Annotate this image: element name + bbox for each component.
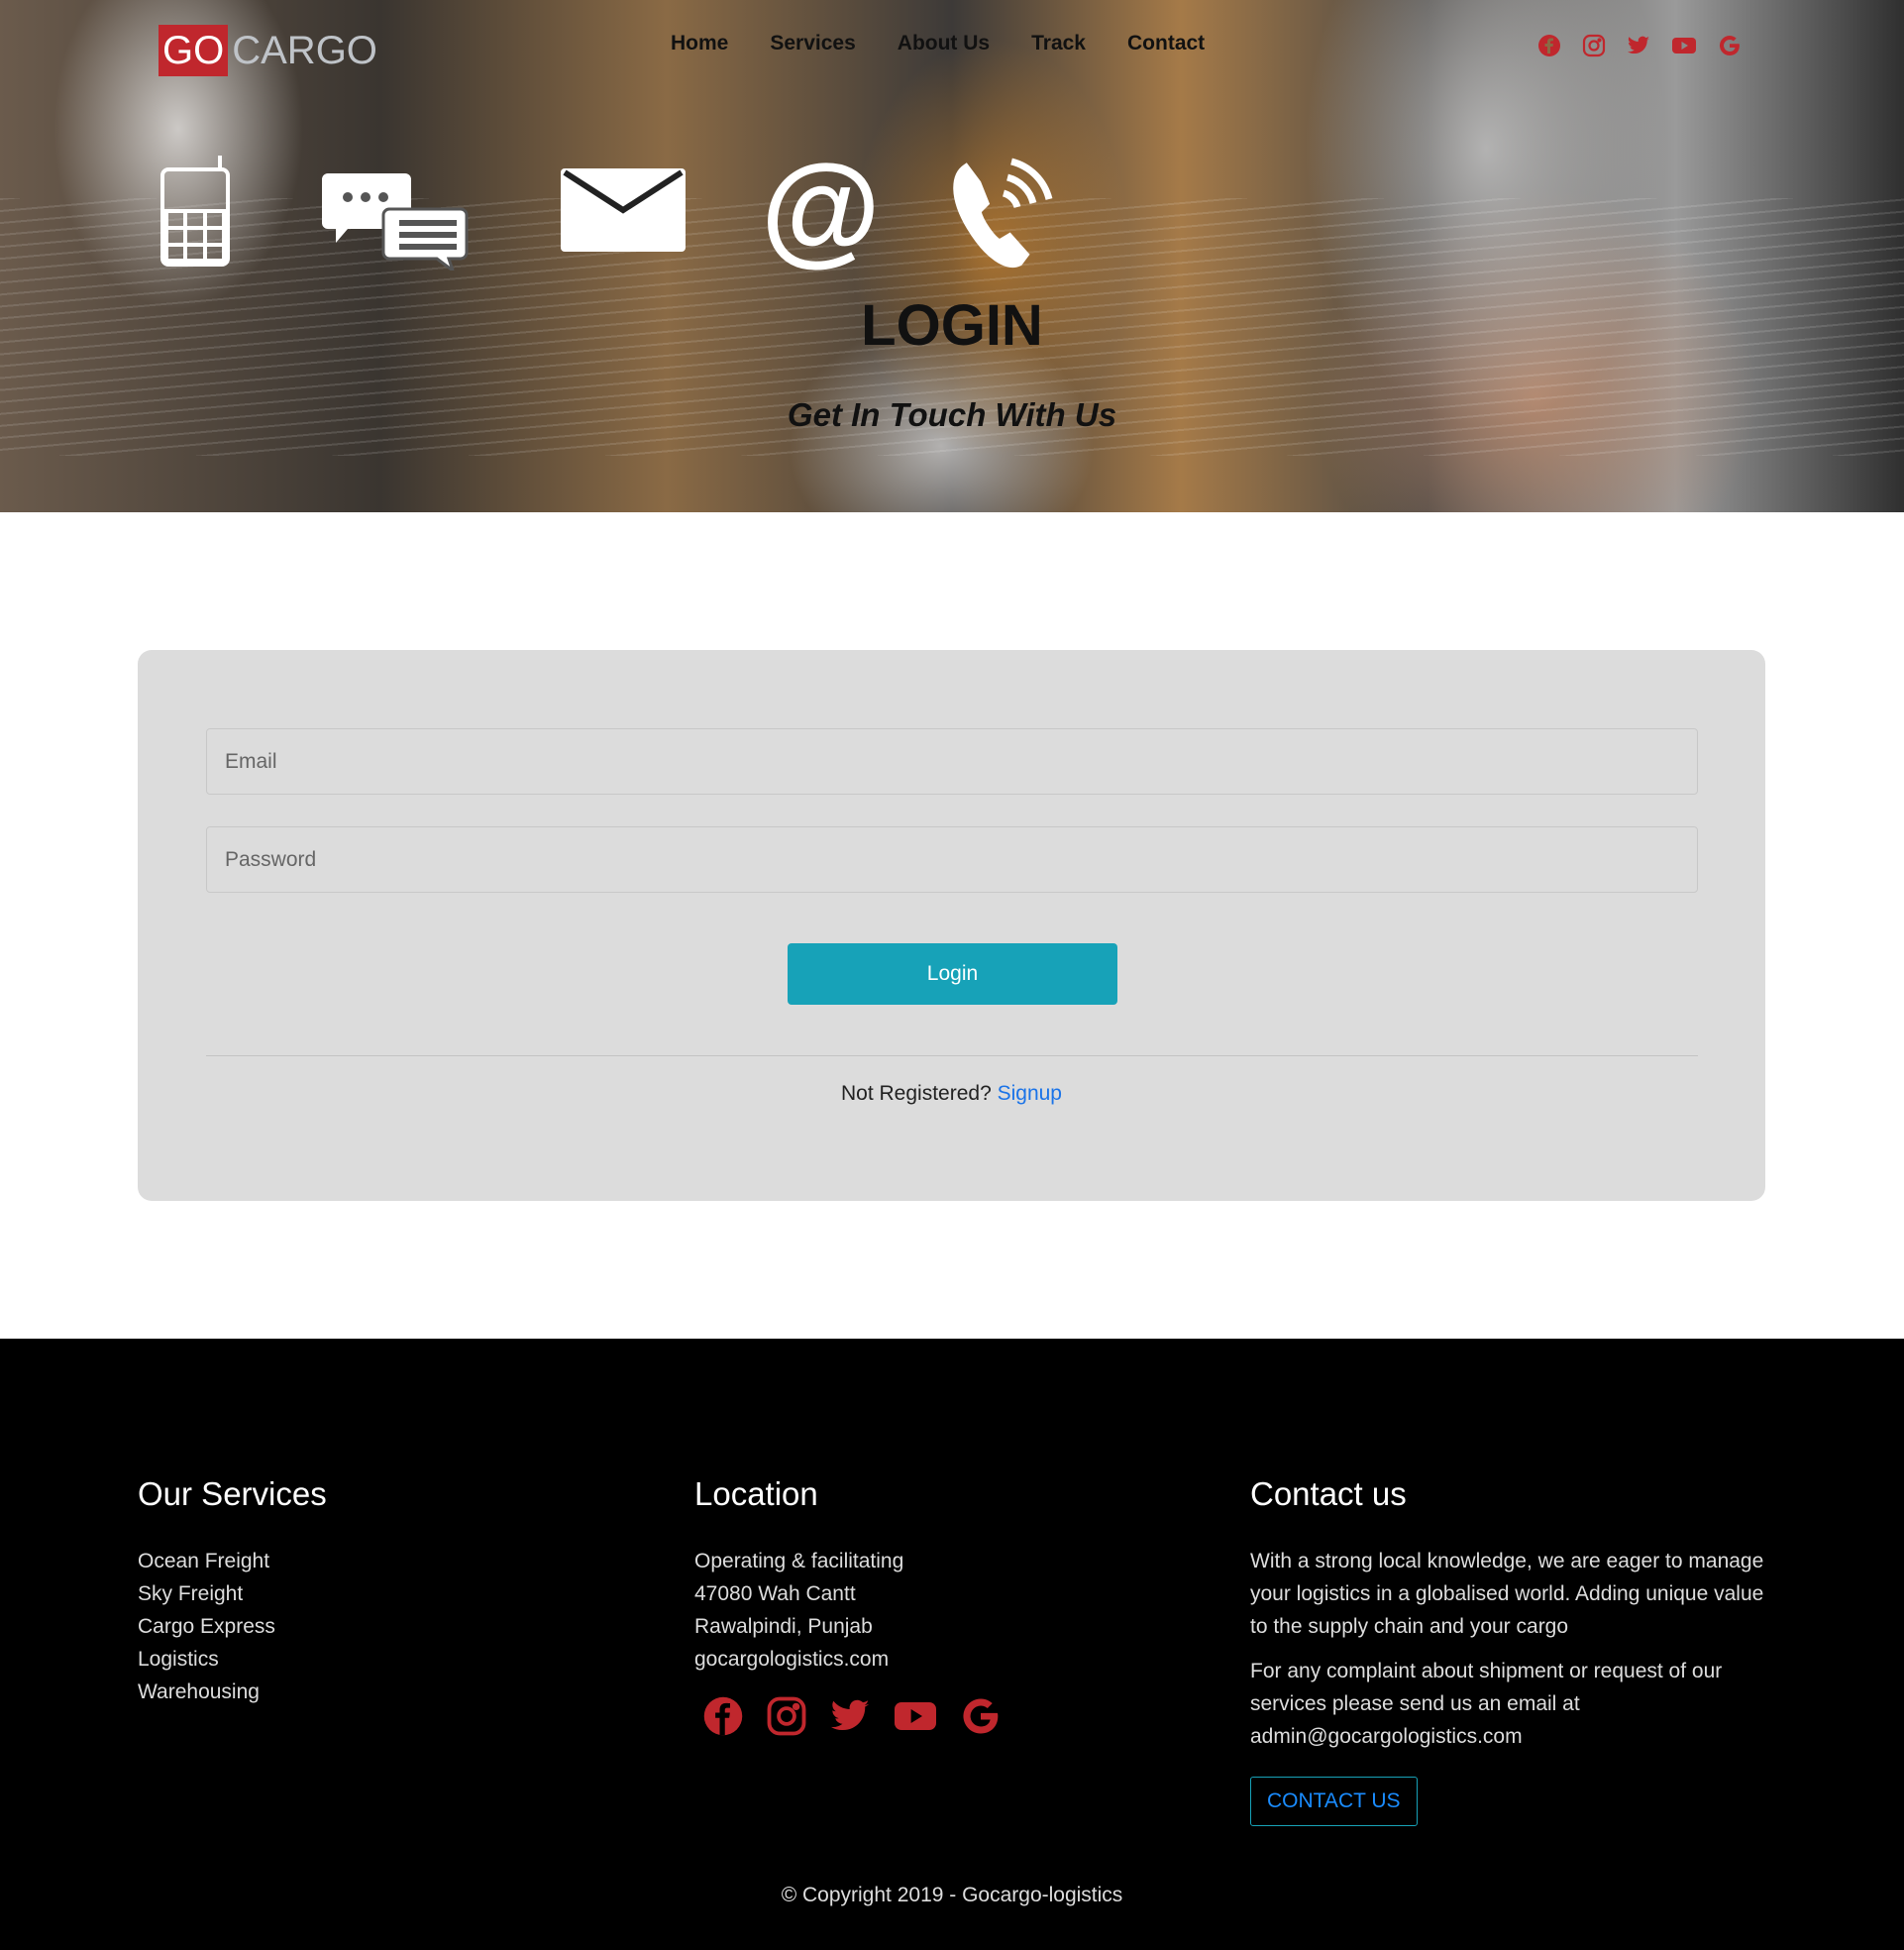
footer-social-links [702,1695,1002,1737]
contact-icons: @ [0,148,1090,275]
chat-bubbles-icon [322,171,469,275]
logo-go: GO [159,25,229,76]
signup-prompt: Not Registered? Signup [138,1082,1765,1106]
not-registered-text: Not Registered? [841,1082,992,1105]
contact-us-button[interactable]: CONTACT US [1250,1777,1418,1826]
footer-services: Our Services Ocean Freight Sky Freight C… [138,1475,327,1708]
service-item[interactable]: Ocean Freight [138,1545,327,1577]
services-heading: Our Services [138,1475,327,1512]
location-line: Rawalpindi, Punjab [694,1615,873,1638]
twitter-icon[interactable] [1627,34,1650,57]
nav-services[interactable]: Services [770,32,855,55]
nav-home[interactable]: Home [671,32,728,55]
phone-calling-icon [946,154,1055,275]
mobile-phone-icon [159,154,232,272]
footer: Our Services Ocean Freight Sky Freight C… [0,1339,1904,1950]
instagram-icon[interactable] [766,1695,807,1737]
hero-banner: GO CARGO Home Services About Us Track Co… [0,0,1904,512]
login-button[interactable]: Login [788,943,1117,1005]
password-input[interactable] [206,826,1698,893]
at-sign-icon: @ [761,141,881,277]
contact-heading: Contact us [1250,1475,1407,1512]
copyright: © Copyright 2019 - Gocargo-logistics [781,1884,1123,1906]
location-heading: Location [694,1475,818,1512]
contact-description: With a strong local knowledge, we are ea… [1250,1550,1764,1638]
logo[interactable]: GO CARGO [159,25,377,76]
service-item[interactable]: Warehousing [138,1676,327,1708]
google-icon[interactable] [1718,34,1742,57]
email-input[interactable] [206,728,1698,795]
facebook-icon[interactable] [702,1695,744,1737]
youtube-icon[interactable] [1671,34,1697,57]
service-item[interactable]: Logistics [138,1643,327,1676]
page-title: LOGIN [861,293,1043,358]
website-link[interactable]: gocargologistics.com [694,1643,1002,1676]
nav-contact[interactable]: Contact [1127,32,1205,55]
footer-location: Location Operating & facilitating 47080 … [694,1475,1002,1737]
logo-cargo: CARGO [232,28,377,72]
envelope-icon [561,168,686,257]
twitter-icon[interactable] [829,1695,871,1737]
google-icon[interactable] [960,1695,1002,1737]
login-card: Login Not Registered? Signup [138,650,1765,1201]
service-item[interactable]: Cargo Express [138,1610,327,1643]
nav-track[interactable]: Track [1031,32,1086,55]
header-social-links [1537,34,1742,57]
location-line: 47080 Wah Cantt [694,1582,856,1605]
page-subtitle: Get In Touch With Us [787,396,1117,433]
youtube-icon[interactable] [893,1695,938,1737]
divider [206,1055,1698,1056]
complaint-info: For any complaint about shipment or requ… [1250,1660,1723,1748]
instagram-icon[interactable] [1582,34,1606,57]
location-line: Operating & facilitating [694,1550,904,1572]
facebook-icon[interactable] [1537,34,1561,57]
service-item[interactable]: Sky Freight [138,1577,327,1610]
signup-link[interactable]: Signup [998,1082,1062,1105]
footer-contact: Contact us With a strong local knowledge… [1250,1475,1765,1826]
main-nav: Home Services About Us Track Contact [671,32,1205,55]
nav-about-us[interactable]: About Us [898,32,990,55]
